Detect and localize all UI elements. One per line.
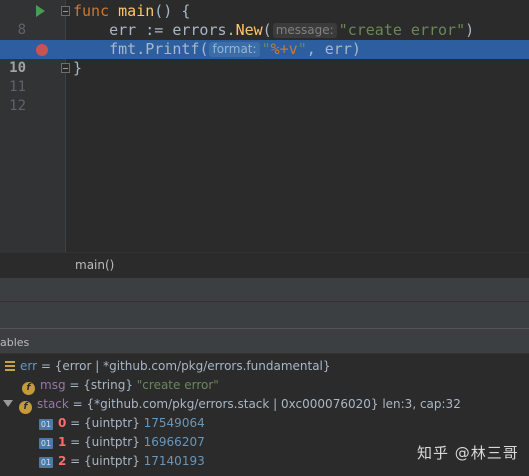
code-fragment: , err) <box>306 40 361 58</box>
variable-icon <box>5 361 15 371</box>
variables-panel-header: ables <box>0 328 529 354</box>
string-quote: " <box>297 40 307 58</box>
string-quote: " <box>261 40 271 58</box>
variable-value: 16966207 <box>143 435 205 449</box>
parameter-hint: message: <box>272 23 337 38</box>
code-line-10[interactable]: 10 fmt.Printf(format: "%+v", err) <box>0 40 529 76</box>
variable-value: 17140193 <box>143 454 205 468</box>
variable-type: {uintptr} <box>84 416 144 430</box>
array-item-icon: 01 <box>39 457 53 468</box>
code-line-11[interactable]: 11 } <box>0 59 529 95</box>
code-fragment: fmt. <box>109 40 146 58</box>
function-call: New <box>235 21 263 39</box>
field-icon: f <box>19 401 32 414</box>
variable-row-stack[interactable]: f stack = {*github.com/pkg/errors.stack |… <box>3 395 461 414</box>
variable-value: {*github.com/pkg/errors.stack | 0xc00007… <box>86 397 383 411</box>
string-literal: "create error" <box>338 21 466 39</box>
breadcrumb-bar: main() <box>0 252 529 277</box>
variable-row-index-0[interactable]: 01 0 = {uintptr} 17549064 <box>39 414 205 433</box>
breakpoint-icon[interactable] <box>36 44 48 56</box>
variable-name: msg <box>40 378 66 392</box>
equals-sign: = <box>66 416 85 430</box>
variable-type: {uintptr} <box>84 435 144 449</box>
variable-type: {uintptr} <box>84 454 144 468</box>
fold-end-icon[interactable] <box>61 63 70 73</box>
chevron-down-icon[interactable] <box>3 400 13 407</box>
watermark: 知乎 @林三哥 <box>417 444 519 462</box>
variable-value: "create error" <box>136 378 219 392</box>
code-line-8[interactable]: 8 func main() { <box>0 2 529 38</box>
line-number: 12 <box>9 98 26 114</box>
array-item-icon: 01 <box>39 419 53 430</box>
format-verb: %+v <box>270 40 298 58</box>
equals-sign: = <box>37 359 55 373</box>
code-text: fmt.Printf(format: "%+v", err) <box>73 40 361 59</box>
variable-value: 17549064 <box>143 416 205 430</box>
equals-sign: = <box>65 378 84 392</box>
equals-sign: = <box>68 397 87 411</box>
variable-value: {error | *github.com/pkg/errors.fundamen… <box>54 359 331 373</box>
function-call: Printf <box>145 40 200 58</box>
code-text: err := errors.New(message: "create error"… <box>73 21 474 40</box>
variable-name: stack <box>37 397 69 411</box>
field-icon: f <box>22 382 35 395</box>
keyword: func <box>73 2 110 20</box>
equals-sign: = <box>66 454 85 468</box>
variable-row-err[interactable]: err = {error | *github.com/pkg/errors.fu… <box>5 357 331 376</box>
parameter-hint: format: <box>209 42 260 57</box>
variable-type: {string} <box>83 378 137 392</box>
code-text: func main() { <box>73 2 190 21</box>
code-line-9[interactable]: 9 err := errors.New(message:"create erro… <box>0 21 529 57</box>
paren-close: ) <box>465 21 475 39</box>
closing-brace: } <box>73 59 83 77</box>
code-editor[interactable]: 8 func main() { 9 err := errors.New(mess… <box>0 0 529 253</box>
code-text: } <box>73 59 82 78</box>
tool-window-strip <box>0 277 529 301</box>
run-icon[interactable] <box>36 5 45 17</box>
variable-row-index-1[interactable]: 01 1 = {uintptr} 16966207 <box>39 433 205 452</box>
function-name: main <box>118 2 155 20</box>
fold-toggle-icon[interactable] <box>61 6 70 16</box>
paren-open: ( <box>199 40 209 58</box>
equals-sign: = <box>66 435 85 449</box>
panel-title: ables <box>0 336 30 349</box>
code-fragment: err := errors. <box>109 21 236 39</box>
paren-open: ( <box>262 21 272 39</box>
breadcrumb[interactable]: main() <box>75 258 114 272</box>
code-line-12[interactable]: 12 <box>0 78 529 114</box>
variable-name: err <box>20 359 38 373</box>
variable-row-index-2[interactable]: 01 2 = {uintptr} 17140193 <box>39 452 205 471</box>
debug-toolbar-area <box>0 301 529 328</box>
code-fragment: () { <box>154 2 191 20</box>
variable-row-msg[interactable]: f msg = {string} "create error" <box>22 376 219 395</box>
variable-extra: len:3, cap:32 <box>382 397 461 411</box>
array-item-icon: 01 <box>39 438 53 449</box>
